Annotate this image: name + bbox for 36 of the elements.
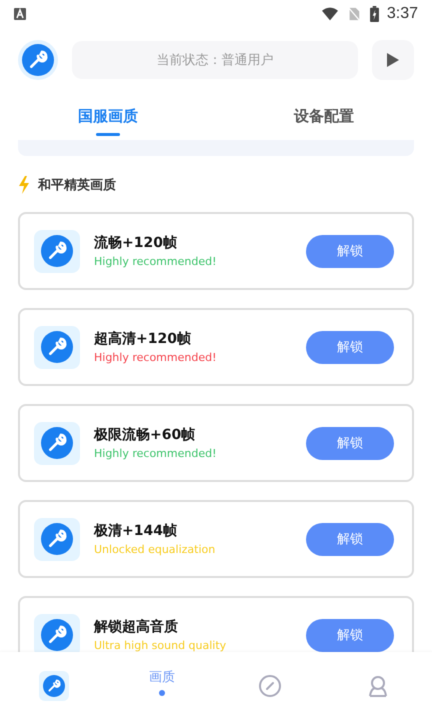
active-dot [159, 690, 165, 696]
status-field: 当前状态：普通用户 [72, 41, 358, 79]
tab[interactable]: 国服画质 [0, 92, 216, 140]
wrench-tab-icon[interactable] [39, 671, 69, 701]
feature-title: 超高清+120帧 [94, 330, 192, 348]
section-title: 和平精英画质 [38, 177, 116, 194]
wrench-icon [34, 518, 80, 560]
feature-subtitle: Highly recommended! [94, 255, 218, 268]
unlock-button[interactable]: 解锁 [306, 618, 394, 652]
feature-title: 极清+144帧 [94, 522, 178, 540]
feature-title: 极限流畅+60帧 [94, 426, 196, 444]
feature-subtitle: Highly recommended! [94, 351, 218, 364]
wifi-icon [322, 7, 338, 21]
unlock-button[interactable]: 解锁 [306, 234, 394, 268]
compass-icon[interactable] [258, 674, 282, 698]
wrench-icon [34, 422, 80, 464]
play-button[interactable] [372, 40, 414, 80]
notification-icon [14, 8, 26, 20]
wrench-icon [34, 326, 80, 368]
play-icon [387, 53, 399, 67]
person-icon[interactable] [366, 674, 390, 698]
battery-icon [370, 6, 379, 22]
wrench-icon [34, 230, 80, 272]
tab[interactable]: 设备配置 [216, 92, 432, 140]
unlock-button[interactable]: 解锁 [306, 330, 394, 364]
feature-subtitle: Unlocked equalization [94, 543, 216, 556]
feature-subtitle: Highly recommended! [94, 447, 218, 460]
wrench-logo-icon[interactable] [18, 40, 58, 80]
unlock-button[interactable]: 解锁 [306, 522, 394, 556]
feature-subtitle: Ultra high sound quality [94, 639, 228, 652]
lightning-icon [18, 176, 30, 194]
status-time: 3:37 [386, 5, 418, 23]
feature-title: 流畅+120帧 [94, 234, 178, 252]
feature-title: 解锁超高音质 [94, 618, 179, 636]
nav-tab[interactable]: 画质 [149, 668, 175, 686]
unlock-button[interactable]: 解锁 [306, 426, 394, 460]
